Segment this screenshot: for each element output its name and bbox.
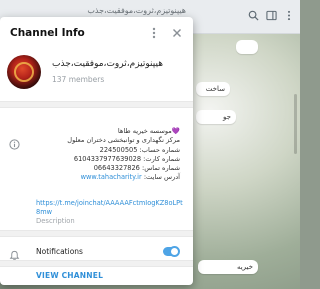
description-label: Description <box>36 217 75 225</box>
bell-icon <box>9 246 20 261</box>
channel-profile: هیپنوتیزم،ثروت،موفقیت،جذب 137 members <box>0 51 193 103</box>
website-link[interactable]: www.tahacharity.ir <box>81 173 142 181</box>
search-icon[interactable] <box>246 10 260 24</box>
description-line: شماره کارت: 6104337977639028 <box>73 154 180 163</box>
view-channel-button[interactable]: VIEW CHANNEL <box>36 271 103 280</box>
notifications-toggle[interactable] <box>163 246 180 257</box>
message-bubble[interactable]: خیریه <box>198 260 258 274</box>
channel-description: 💜موسسه خیریه طاها مرکز نگهداری و توانبخش… <box>30 127 180 183</box>
section-divider <box>0 230 193 237</box>
dialog-title: Channel Info <box>10 27 85 39</box>
notifications-label: Notifications <box>36 247 83 256</box>
channel-info-dialog: Channel Info هیپنوتیزم،ثروت،موفقیت،جذب 1… <box>0 17 193 285</box>
toggle-knob <box>169 246 180 257</box>
close-icon[interactable] <box>169 25 185 41</box>
chat-scrollbar[interactable] <box>294 94 297 154</box>
message-bubble[interactable]: جو <box>196 110 236 124</box>
message-bubble[interactable]: ساخت <box>196 82 230 96</box>
avatar[interactable] <box>7 55 41 89</box>
dialog-header: Channel Info <box>0 17 193 51</box>
info-icon <box>9 135 20 150</box>
message-bubble[interactable] <box>236 40 258 54</box>
description-line: مرکز نگهداری و توانبخشی دختران معلول <box>67 136 180 145</box>
avatar-logo-ring <box>14 62 34 82</box>
more-vertical-icon[interactable] <box>146 25 162 41</box>
chat-title[interactable]: هیپنوتیزم،ثروت،موفقیت،جذب <box>16 6 186 15</box>
description-line: آدرس سایت: www.tahacharity.ir <box>30 173 180 182</box>
more-vertical-icon[interactable] <box>282 10 296 24</box>
member-count: 137 members <box>52 75 105 84</box>
invite-link[interactable]: https://t.me/joinchat/AAAAAFctmIogKZ8oLP… <box>36 199 186 217</box>
sidebar-toggle-icon[interactable] <box>264 10 278 24</box>
notifications-row[interactable]: Notifications <box>0 242 193 262</box>
section-divider <box>0 101 193 108</box>
description-line: 💜موسسه خیریه طاها <box>117 127 180 135</box>
channel-name: هیپنوتیزم،ثروت،موفقیت،جذب <box>52 59 163 69</box>
description-line: شماره حساب: 224500505 <box>99 145 180 154</box>
website-label: آدرس سایت: <box>141 173 180 182</box>
section-divider <box>0 260 193 267</box>
